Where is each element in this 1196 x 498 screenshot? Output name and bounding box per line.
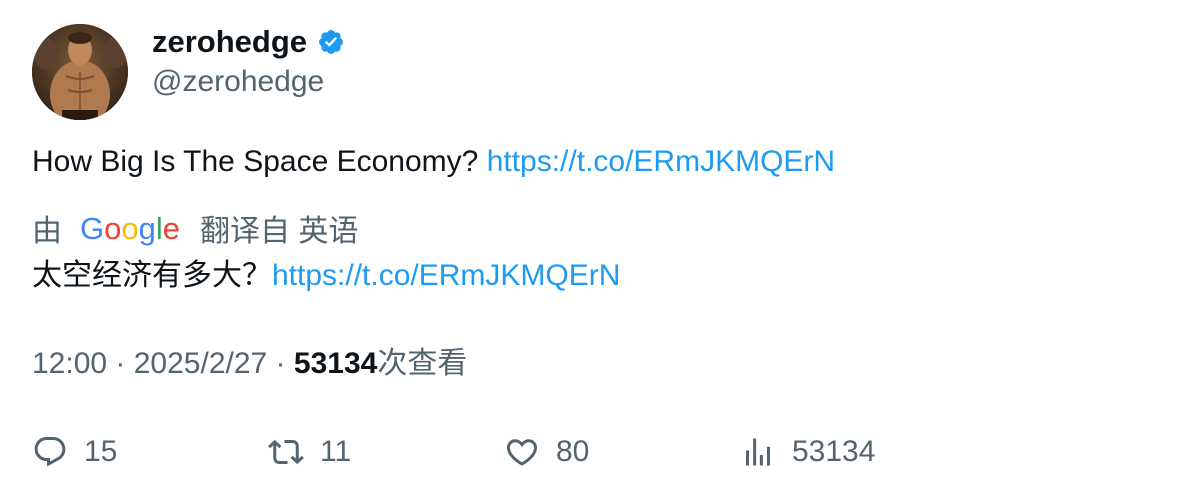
reply-icon bbox=[34, 437, 66, 467]
avatar[interactable] bbox=[32, 24, 128, 120]
translated-from-label[interactable]: 翻译自 英语 bbox=[200, 206, 358, 250]
tweet-meta: 12:00 · 2025/2/27 · 53134次查看 bbox=[32, 344, 467, 384]
author-handle[interactable]: @zerohedge bbox=[152, 62, 324, 102]
author-display-name[interactable]: zerohedge bbox=[152, 22, 307, 62]
meta-separator: · bbox=[267, 347, 294, 380]
avatar-image bbox=[32, 24, 128, 120]
tweet-text-body: How Big Is The Space Economy? bbox=[32, 145, 487, 178]
meta-separator: · bbox=[107, 347, 134, 380]
like-count: 80 bbox=[556, 435, 590, 468]
verified-badge-icon bbox=[319, 30, 343, 54]
retweet-count: 11 bbox=[320, 435, 352, 468]
tweet-date[interactable]: 2025/2/27 bbox=[134, 347, 267, 380]
tweet-time[interactable]: 12:00 bbox=[32, 347, 107, 380]
like-button[interactable]: 80 bbox=[504, 430, 589, 474]
retweet-button[interactable]: 11 bbox=[268, 430, 351, 474]
reply-count: 15 bbox=[84, 435, 118, 468]
views-action-count: 53134 bbox=[792, 435, 876, 468]
views-count: 53134 bbox=[293, 347, 378, 380]
retweet-icon bbox=[268, 439, 304, 465]
tweet-text: How Big Is The Space Economy? https://t.… bbox=[32, 142, 835, 182]
tweet-link[interactable]: https://t.co/ERmJKMQErN bbox=[487, 145, 835, 178]
google-logo-icon: Google bbox=[80, 211, 180, 246]
translated-link[interactable]: https://t.co/ERmJKMQErN bbox=[272, 259, 620, 292]
translated-by-label: 由 bbox=[32, 215, 62, 248]
like-icon bbox=[506, 439, 538, 466]
reply-button[interactable]: 15 bbox=[32, 430, 117, 474]
translation-attribution: 由 Google 翻译自 英语 bbox=[32, 208, 358, 248]
svg-text:Google: Google bbox=[80, 211, 180, 246]
views-label: 次查看 bbox=[377, 347, 468, 380]
views-icon bbox=[746, 438, 770, 466]
translated-text-body: 太空经济有多大？ bbox=[32, 259, 272, 292]
views-button[interactable]: 53134 bbox=[740, 430, 875, 474]
translated-text: 太空经济有多大？https://t.co/ERmJKMQErN bbox=[32, 256, 620, 296]
author-name-row[interactable]: zerohedge bbox=[152, 22, 345, 62]
